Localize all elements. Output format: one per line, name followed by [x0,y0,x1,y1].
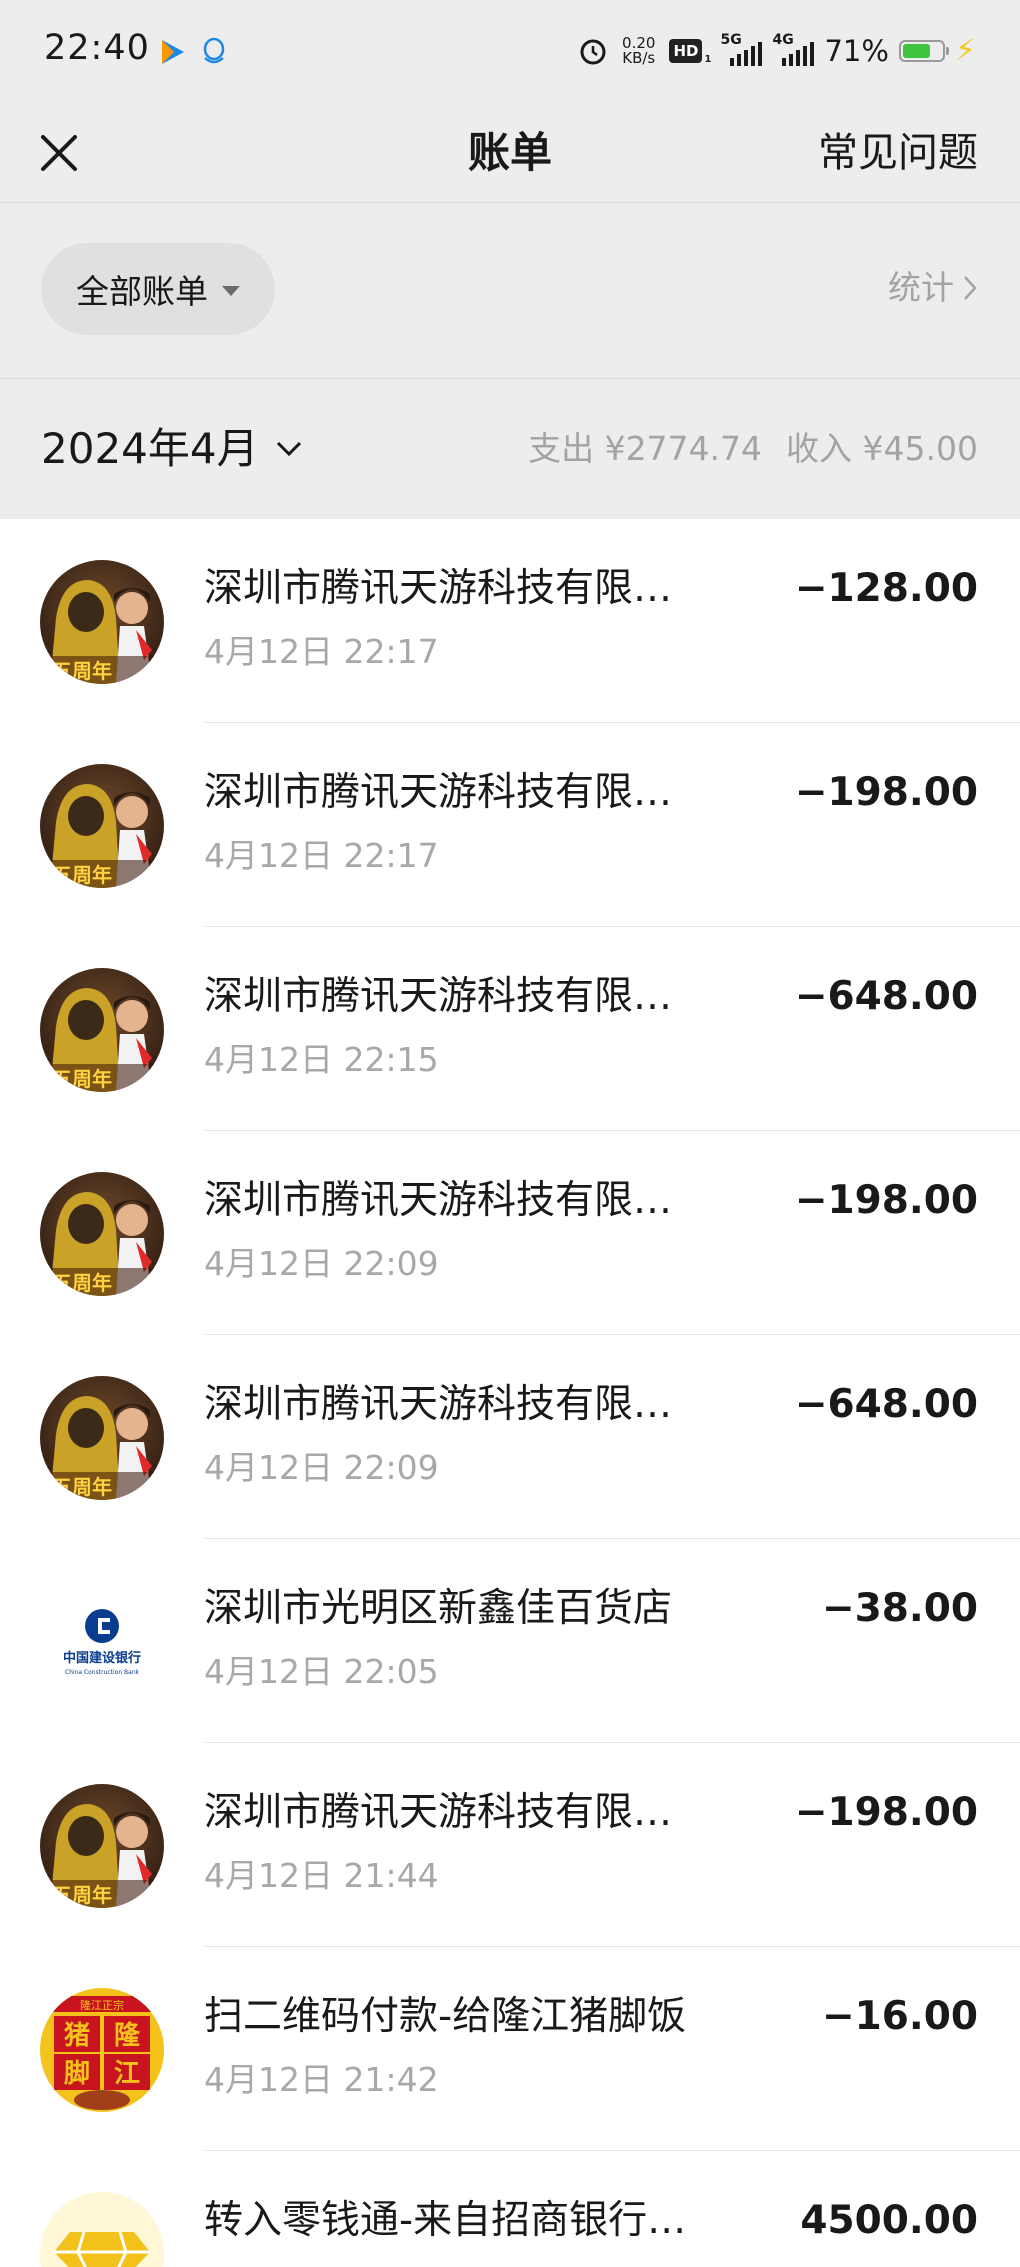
svg-text:隆: 隆 [114,2021,141,2051]
hd-voice-badge: HD 1 [669,39,711,65]
statistics-link[interactable]: 统计 [888,265,978,311]
game-avatar-icon: 五周年 [40,1784,164,1908]
statistics-label: 统计 [888,268,954,307]
caret-down-icon [222,286,240,296]
transaction-time: 4月12日 22:09 [204,1244,439,1283]
transaction-row[interactable]: 五周年 深圳市腾讯天游科技有限… 4月12日 22:17 −128.00 [0,519,1020,723]
month-expense: 支出 ¥2774.74 [528,429,763,468]
battery-percent: 71% [824,34,889,68]
filter-bar: 全部账单 统计 [0,203,1020,379]
chevron-right-icon [964,276,977,300]
transaction-amount: −648.00 [794,1382,978,1427]
close-icon [41,135,77,171]
transaction-row[interactable]: 隆江正宗 猪 隆 脚 江 扫二维码付款-给隆江猪脚饭 4月12日 21:42 −… [0,1947,1020,2151]
month-label: 2024年4月 [41,424,259,473]
game-avatar-icon: 五周年 [40,764,164,888]
transaction-merchant: 深圳市光明区新鑫佳百货店 [204,1586,673,1631]
transaction-row[interactable]: 五周年 深圳市腾讯天游科技有限… 4月12日 22:15 −648.00 [0,927,1020,1131]
game-avatar-icon: 五周年 [40,1376,164,1500]
battery-icon [898,40,949,62]
transaction-merchant: 扫二维码付款-给隆江猪脚饭 [204,1994,687,2039]
signal-4g-icon: 4G [772,32,815,66]
transaction-row[interactable]: 中国建设银行 China Construction Bank 深圳市光明区新鑫佳… [0,1539,1020,1743]
alarm-icon [580,39,606,65]
transaction-amount: −38.00 [821,1586,978,1631]
bill-type-filter-button[interactable]: 全部账单 [41,243,275,335]
transaction-merchant: 深圳市腾讯天游科技有限… [204,770,673,815]
svg-text:猪: 猪 [64,2021,90,2051]
transaction-time: 4月12日 22:15 [204,1040,439,1079]
svg-text:五周年: 五周年 [52,1883,112,1907]
svg-text:中国建设银行: 中国建设银行 [63,1650,141,1666]
network-speed-unit: KB/s [622,49,656,67]
status-bar: 22:40 0.20 KB/s HD 1 5G 4G 71% ⚡ [0,0,1020,104]
month-totals: 支出 ¥2774.74 收入 ¥45.00 [528,423,978,475]
status-time: 22:40 [44,28,150,68]
charging-bolt-icon: ⚡ [954,33,976,68]
transaction-time: 4月12日 21:42 [204,2060,439,2099]
transaction-amount: −648.00 [794,974,978,1019]
transaction-amount: 4500.00 [800,2198,978,2243]
svg-text:五周年: 五周年 [52,863,112,887]
transaction-row[interactable]: 五周年 深圳市腾讯天游科技有限… 4月12日 21:44 −198.00 [0,1743,1020,1947]
transaction-list: 五周年 深圳市腾讯天游科技有限… 4月12日 22:17 −128.00 五周年… [0,519,1020,2267]
svg-text:五周年: 五周年 [52,1067,112,1091]
transaction-amount: −198.00 [794,1790,978,1835]
faq-link[interactable]: 常见问题 [818,122,978,184]
month-income: 收入 ¥45.00 [786,429,978,468]
navbar: 账单 常见问题 [0,104,1020,203]
svg-text:脚: 脚 [64,2059,90,2089]
transaction-merchant: 转入零钱通-来自招商银行… [204,2198,687,2243]
transaction-row[interactable]: 五周年 深圳市腾讯天游科技有限… 4月12日 22:09 −198.00 [0,1131,1020,1335]
video-app-icon [162,40,184,64]
transaction-merchant: 深圳市腾讯天游科技有限… [204,566,673,611]
game-avatar-icon: 五周年 [40,968,164,1092]
transaction-amount: −16.00 [821,1994,978,2039]
svg-text:五周年: 五周年 [52,1475,112,1499]
svg-text:隆江正宗: 隆江正宗 [80,1998,124,2012]
battery-fill [902,44,930,58]
transaction-time: 4月12日 22:17 [204,632,439,671]
transaction-amount: −198.00 [794,770,978,815]
transaction-row[interactable]: 五周年 深圳市腾讯天游科技有限… 4月12日 22:17 −198.00 [0,723,1020,927]
transaction-row[interactable]: 五周年 深圳市腾讯天游科技有限… 4月12日 22:09 −648.00 [0,1335,1020,1539]
transaction-time: 4月12日 22:17 [204,836,439,875]
qq-icon [203,37,225,64]
transaction-row[interactable]: 转入零钱通-来自招商银行… 4500.00 [0,2151,1020,2267]
bill-type-filter-label: 全部账单 [76,272,208,311]
diamond-icon [40,2192,164,2267]
close-button[interactable] [28,122,90,184]
game-avatar-icon: 五周年 [40,560,164,684]
transaction-time: 4月12日 22:05 [204,1652,439,1691]
transaction-amount: −128.00 [794,566,978,611]
transaction-merchant: 深圳市腾讯天游科技有限… [204,1382,673,1427]
svg-text:五周年: 五周年 [52,659,112,683]
status-indicators: 0.20 KB/s HD 1 5G 4G 71% ⚡ [578,30,976,72]
svg-text:China Construction Bank: China Construction Bank [65,1669,140,1676]
hd-sub: 1 [704,54,712,65]
ccb-bank-logo-icon: 中国建设银行 China Construction Bank [40,1580,164,1704]
signal-5g-icon: 5G [720,32,763,66]
hd-label: HD [673,42,699,60]
month-picker[interactable]: 2024年4月 [41,421,303,477]
chevron-down-icon [276,441,301,457]
transaction-merchant: 深圳市腾讯天游科技有限… [204,974,673,1019]
game-avatar-icon: 五周年 [40,1172,164,1296]
transaction-amount: −198.00 [794,1178,978,1223]
transaction-merchant: 深圳市腾讯天游科技有限… [204,1178,673,1223]
network-speed: 0.20 KB/s [622,36,655,66]
transaction-merchant: 深圳市腾讯天游科技有限… [204,1790,673,1835]
svg-text:江: 江 [114,2059,140,2089]
svg-text:五周年: 五周年 [52,1271,112,1295]
restaurant-logo-icon: 隆江正宗 猪 隆 脚 江 [40,1988,164,2112]
transaction-time: 4月12日 22:09 [204,1448,439,1487]
transaction-time: 4月12日 21:44 [204,1856,439,1895]
month-header: 2024年4月 支出 ¥2774.74 收入 ¥45.00 [0,379,1020,519]
